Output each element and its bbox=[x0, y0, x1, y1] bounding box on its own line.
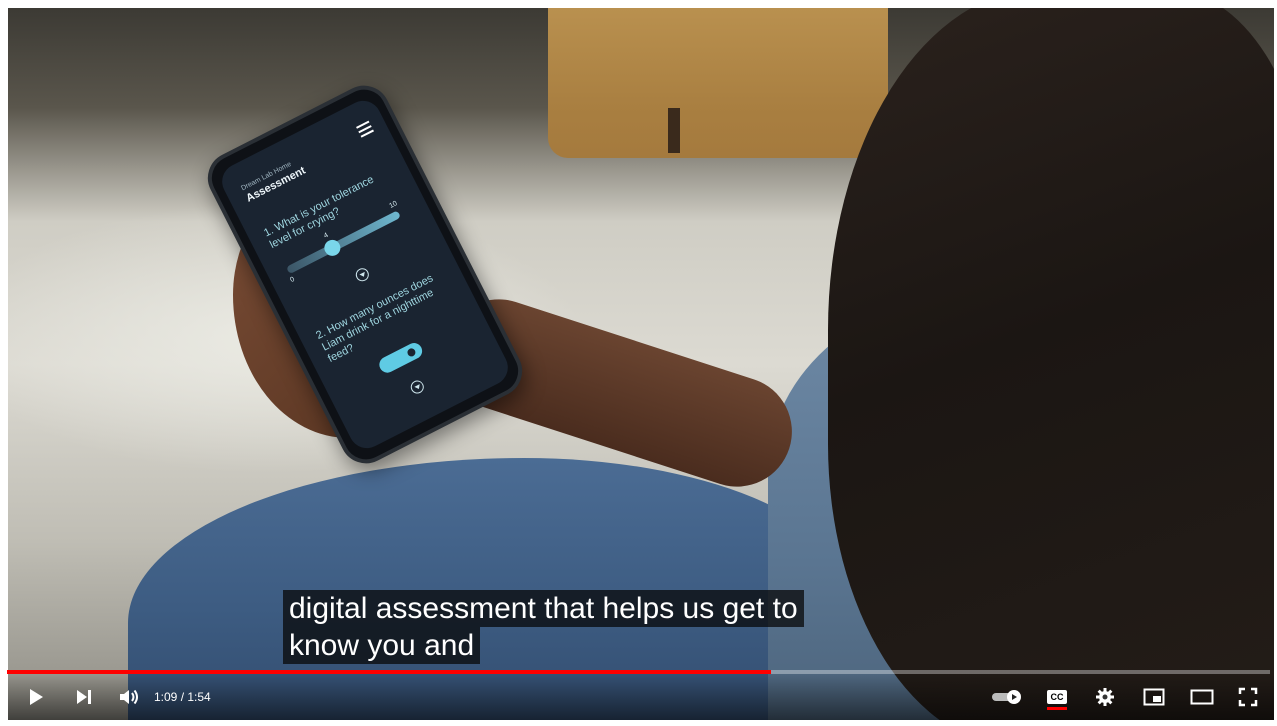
mute-button[interactable] bbox=[116, 684, 144, 710]
video-player[interactable]: Dream Lab Home Assessment 1. What is you… bbox=[8, 8, 1274, 720]
progress-played bbox=[7, 670, 772, 674]
time-display: 1:09 / 1:54 bbox=[154, 690, 211, 704]
settings-gear-icon bbox=[1096, 688, 1114, 706]
cc-active-indicator bbox=[1047, 707, 1067, 710]
play-icon bbox=[30, 689, 43, 705]
next-icon bbox=[77, 690, 91, 704]
caption-line: know you and bbox=[283, 627, 481, 664]
slider-value-label: 4 bbox=[322, 231, 330, 240]
background-couch bbox=[548, 8, 888, 158]
fullscreen-button[interactable] bbox=[1234, 684, 1262, 710]
question-2: 2. How many ounces does Liam drink for a… bbox=[314, 272, 436, 366]
subtitles-button[interactable]: CC bbox=[1043, 684, 1071, 710]
play-button[interactable] bbox=[22, 684, 50, 710]
autoplay-toggle-icon bbox=[992, 690, 1021, 704]
slider-min-label: 0 bbox=[289, 275, 296, 284]
captions: digital assessment that helps us get to … bbox=[283, 590, 804, 664]
progress-bar[interactable] bbox=[7, 670, 1270, 674]
slider-max-label: 10 bbox=[388, 200, 399, 210]
volume-icon bbox=[120, 689, 138, 705]
next-button[interactable] bbox=[70, 684, 98, 710]
autoplay-toggle[interactable] bbox=[990, 684, 1024, 710]
hamburger-menu-icon bbox=[356, 120, 374, 138]
next-question-icon bbox=[408, 378, 427, 396]
caption-line: digital assessment that helps us get to bbox=[283, 590, 804, 627]
theater-mode-button[interactable] bbox=[1188, 684, 1216, 710]
phone-screen: Dream Lab Home Assessment 1. What is you… bbox=[215, 94, 515, 455]
person-hair bbox=[828, 8, 1274, 720]
fullscreen-icon bbox=[1238, 687, 1258, 707]
ounces-picker bbox=[376, 340, 425, 376]
settings-button[interactable] bbox=[1091, 684, 1119, 710]
cc-icon: CC bbox=[1047, 690, 1067, 704]
miniplayer-icon bbox=[1143, 688, 1165, 706]
next-question-icon bbox=[353, 266, 372, 284]
theater-mode-icon bbox=[1190, 689, 1214, 705]
couch-leg bbox=[668, 108, 680, 153]
miniplayer-button[interactable] bbox=[1140, 684, 1168, 710]
